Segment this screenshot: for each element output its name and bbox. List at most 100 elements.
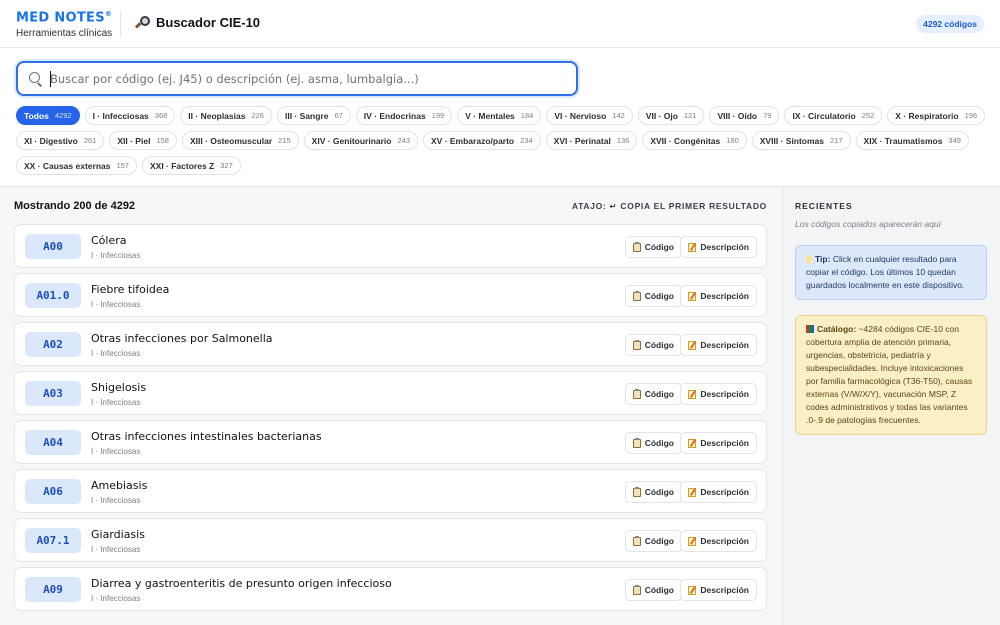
chapter-chip[interactable]: XI · Digestivo 261 (16, 131, 105, 150)
code-pill[interactable]: A07.1 (25, 528, 81, 553)
chapter-chip-label: IX · Circulatorio (792, 110, 856, 121)
chapter-chip-count: 79 (763, 111, 772, 120)
result-title: Giardiasis (91, 528, 145, 541)
chapter-chip[interactable]: XVII · Congénitas 160 (642, 131, 747, 150)
page-title-group: Buscador CIE-10 (134, 15, 261, 30)
copy-code-label: Código (644, 487, 674, 497)
copy-description-button[interactable]: Descripción (680, 236, 757, 258)
chapter-chip[interactable]: XIII · Osteomuscular 215 (181, 131, 299, 150)
chapter-chip[interactable]: IV · Endocrinas 199 (355, 106, 453, 125)
result-card[interactable]: A01.0 Fiebre tifoidea I · Infecciosas Códig… (14, 273, 767, 317)
copy-description-button[interactable]: Descripción (680, 530, 757, 552)
copy-code-button[interactable]: Código (624, 530, 682, 552)
chapter-chip-label: II · Neoplasias (188, 110, 246, 121)
code-pill[interactable]: A03 (25, 381, 81, 406)
registered-mark: ® (104, 10, 113, 18)
result-chapter: I · Infecciosas (91, 398, 141, 407)
copy-description-button[interactable]: Descripción (680, 383, 757, 405)
copy-description-button[interactable]: Descripción (680, 579, 757, 601)
copy-description-label: Descripción (700, 340, 749, 350)
chapter-chip-label: XX · Causas externas (24, 160, 111, 171)
chapter-chip[interactable]: VIII · Oído 79 (709, 106, 780, 125)
chapter-chip[interactable]: XIX · Traumatismos 349 (855, 131, 969, 150)
search-input[interactable] (50, 69, 560, 89)
copy-code-button[interactable]: Código (624, 579, 682, 601)
copy-code-button[interactable]: Código (624, 285, 682, 307)
brand-subtitle: Herramientas clínicas (16, 28, 113, 40)
search-bar[interactable] (16, 61, 578, 96)
copy-description-label: Descripción (700, 389, 749, 399)
chapter-chip-count: 67 (334, 111, 343, 120)
result-card[interactable]: A09 Diarrea y gastroenteritis de presunto… (14, 567, 767, 611)
copy-description-label: Descripción (700, 291, 749, 301)
chapter-chip[interactable]: IX · Circulatorio 252 (784, 106, 883, 125)
result-chapter: I · Infecciosas (91, 251, 141, 260)
keyboard-shortcut-hint: ATAJO: ↵ COPIA EL PRIMER RESULTADO (571, 201, 767, 211)
chapter-chip[interactable]: XV · Embarazo/parto 234 (423, 131, 541, 150)
copy-description-button[interactable]: Descripción (680, 481, 757, 503)
page-title: Buscador CIE-10 (156, 15, 261, 30)
chapter-chip-count: 368 (154, 111, 168, 120)
chapter-chip[interactable]: II · Neoplasias 226 (180, 106, 272, 125)
memo-icon (688, 585, 697, 595)
copy-code-button[interactable]: Código (624, 334, 682, 356)
copy-code-button[interactable]: Código (624, 432, 682, 454)
chapter-chip[interactable]: VII · Ojo 121 (637, 106, 705, 125)
memo-icon (688, 389, 697, 399)
copy-description-button[interactable]: Descripción (680, 334, 757, 356)
copy-description-button[interactable]: Descripción (680, 285, 757, 307)
copy-code-button[interactable]: Código (624, 236, 682, 258)
copy-description-button[interactable]: Descripción (680, 432, 757, 454)
result-card[interactable]: A03 Shigelosis I · Infecciosas Código Descri… (14, 371, 767, 415)
catalog-label: Catálogo: (817, 324, 857, 334)
chapter-chip-label: VI · Nervioso (554, 110, 607, 121)
result-chapter: I · Infecciosas (91, 545, 141, 554)
chapter-chip[interactable]: XIV · Genitourinario 243 (303, 131, 418, 150)
result-card[interactable]: A02 Otras infecciones por Salmonella I · I… (14, 322, 767, 366)
catalog-info-box: Catálogo: ~4284 códigos CIE-10 con cober… (795, 315, 987, 435)
chapter-chip[interactable]: XXI · Factores Z 327 (141, 156, 241, 175)
chapter-chip-label: XVII · Congénitas (650, 135, 721, 146)
memo-icon (688, 340, 697, 350)
chapter-chip[interactable]: XII · Piel 158 (109, 131, 177, 150)
copy-code-button[interactable]: Código (624, 481, 682, 503)
copy-code-label: Código (644, 291, 674, 301)
chapter-chip-label: XV · Embarazo/parto (431, 135, 515, 146)
chapter-chip-label: IV · Endocrinas (363, 110, 426, 121)
chapter-chip[interactable]: X · Respiratorio 196 (887, 106, 986, 125)
chapter-chip[interactable]: I · Infecciosas 368 (84, 106, 176, 125)
copy-description-label: Descripción (700, 487, 749, 497)
code-pill[interactable]: A02 (25, 332, 81, 357)
code-pill[interactable]: A09 (25, 577, 81, 602)
chapter-chip-count: 217 (830, 136, 843, 145)
result-chapter: I · Infecciosas (91, 349, 141, 358)
result-card[interactable]: A04 Otras infecciones intestinales bacter… (14, 420, 767, 464)
copy-code-label: Código (644, 585, 674, 595)
chapter-chip[interactable]: XVIII · Síntomas 217 (751, 131, 851, 150)
clipboard-icon (632, 437, 641, 448)
recent-empty-message: Los códigos copiados aparecerán aquí (795, 219, 942, 229)
code-pill[interactable]: A06 (25, 479, 81, 504)
chapter-chip-count: 252 (861, 111, 875, 120)
chapter-chip[interactable]: Todos 4292 (16, 106, 80, 125)
chapter-chip[interactable]: V · Mentales 184 (457, 106, 542, 125)
code-pill[interactable]: A00 (25, 234, 81, 259)
chapter-chip[interactable]: III · Sangre 67 (276, 106, 351, 125)
copy-code-button[interactable]: Código (624, 383, 682, 405)
clipboard-icon (632, 388, 641, 399)
result-card[interactable]: A06 Amebiasis I · Infecciosas Código Descrip… (14, 469, 767, 513)
app-header: MED NOTES® Herramientas clínicas Buscado… (0, 0, 1000, 48)
result-card[interactable]: A07.1 Giardiasis I · Infecciosas Código Desc… (14, 518, 767, 562)
chapter-chip[interactable]: XVI · Perinatal 136 (545, 131, 638, 150)
chapter-chip[interactable]: XX · Causas externas 157 (16, 156, 137, 175)
result-title: Cólera (91, 234, 127, 247)
clipboard-icon (632, 241, 641, 252)
chapter-chip-count: 196 (964, 111, 978, 120)
brand-logo[interactable]: MED NOTES® Herramientas clínicas (16, 10, 112, 39)
result-card[interactable]: A00 Cólera I · Infecciosas Código Descripció… (14, 224, 767, 268)
chapter-chip[interactable]: VI · Nervioso 142 (546, 106, 633, 125)
code-pill[interactable]: A01.0 (25, 283, 81, 308)
results-summary: Mostrando 200 de 4292 (14, 200, 136, 212)
code-pill[interactable]: A04 (25, 430, 81, 455)
copy-code-label: Código (644, 438, 674, 448)
